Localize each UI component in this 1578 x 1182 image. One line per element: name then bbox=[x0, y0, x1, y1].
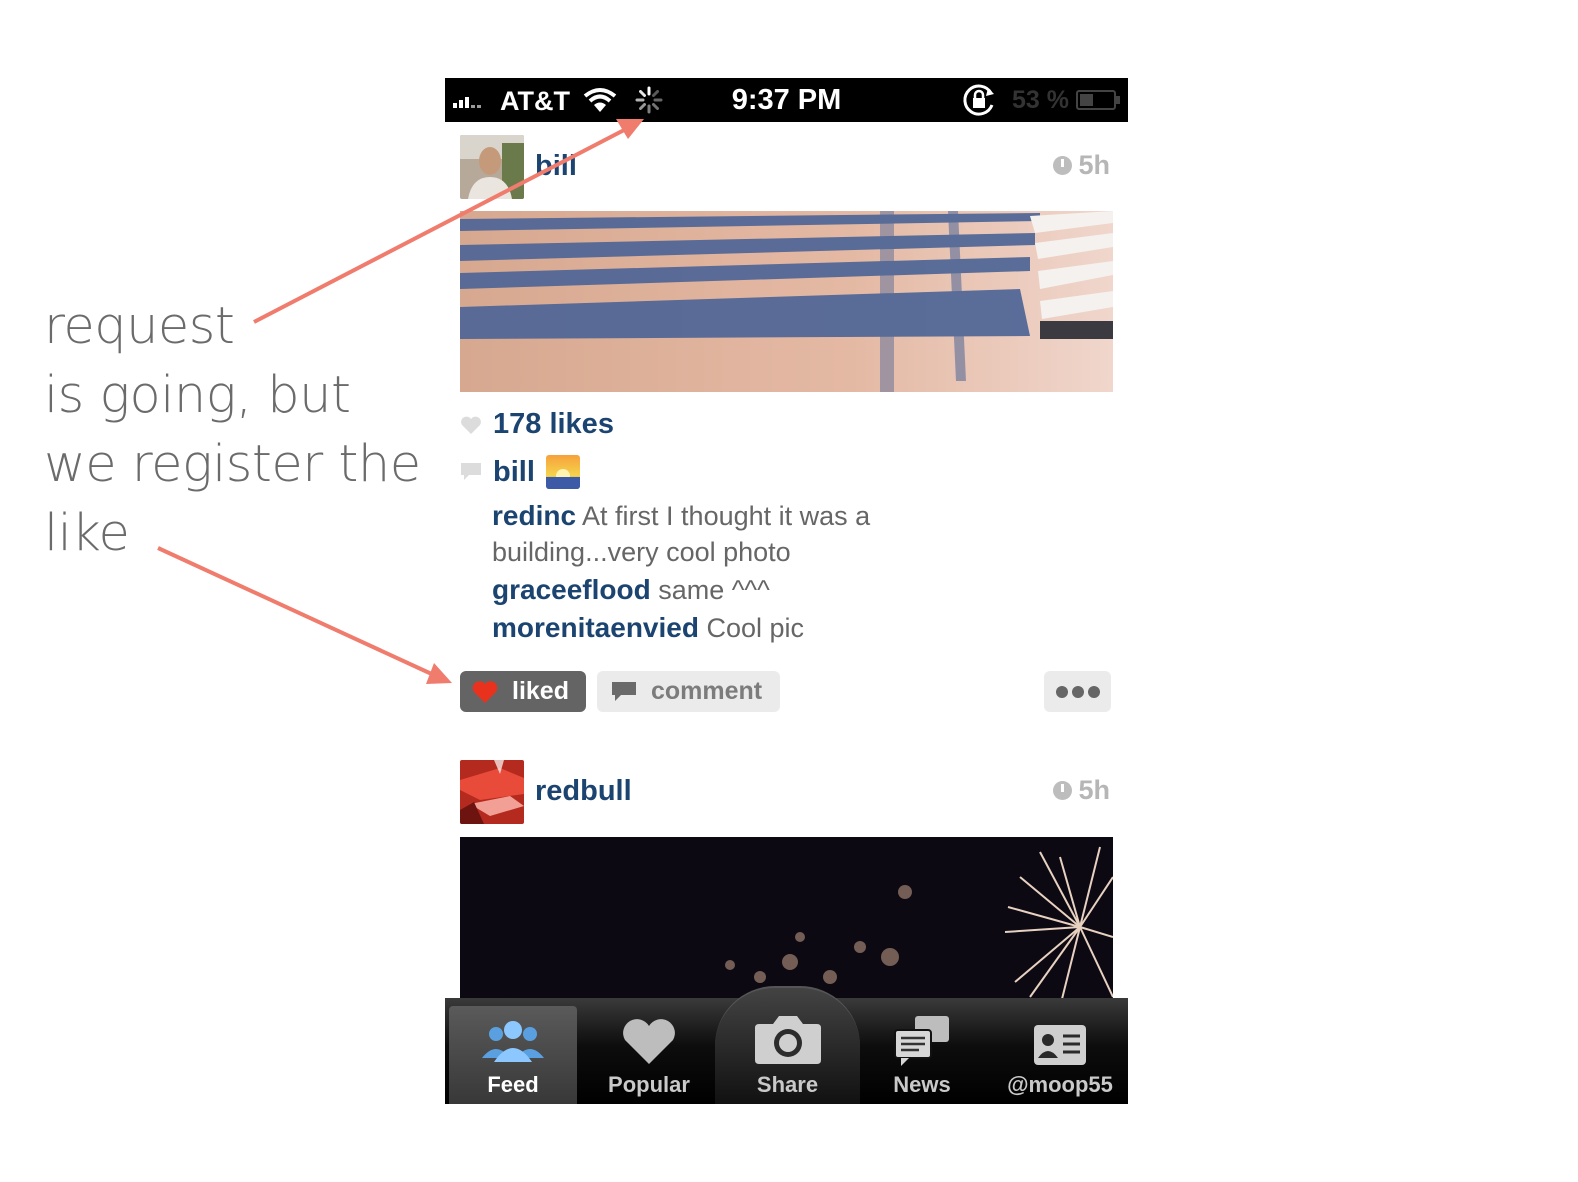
annotation-text: request is going, but we register the li… bbox=[44, 292, 424, 568]
comment-item: graceeflood same ^^^ bbox=[492, 572, 972, 608]
liked-label: liked bbox=[512, 677, 569, 705]
heart-icon bbox=[472, 680, 498, 703]
annotation-line: like bbox=[44, 504, 130, 563]
likes-row: 178 likes bbox=[460, 408, 614, 441]
news-bubbles-icon bbox=[894, 1016, 949, 1066]
avatar[interactable] bbox=[460, 135, 524, 199]
battery-icon bbox=[1076, 90, 1120, 110]
comment-button[interactable]: comment bbox=[597, 671, 780, 712]
tab-news[interactable]: News bbox=[870, 998, 974, 1104]
comment-bubble-icon bbox=[461, 463, 481, 480]
phone-screen: AT&T 9:37 PM 53 % bill 5h 178 likes bill… bbox=[445, 78, 1128, 1104]
tab-label: Share bbox=[756, 1072, 819, 1097]
heart-icon bbox=[623, 1019, 675, 1064]
post-header: bill 5h bbox=[445, 128, 1128, 208]
tab-feed[interactable]: Feed bbox=[449, 1006, 577, 1104]
comment-item: redinc At first I thought it was a build… bbox=[492, 498, 972, 570]
more-options-button[interactable] bbox=[1044, 671, 1111, 712]
comment-text: same ^^^ bbox=[658, 575, 770, 605]
battery-percent: 53 % bbox=[1012, 86, 1069, 114]
comment-username[interactable]: morenitaenvied bbox=[492, 612, 699, 643]
rotation-lock-icon bbox=[963, 84, 994, 116]
tab-label: Feed bbox=[487, 1072, 539, 1097]
annotation-line: request bbox=[44, 297, 235, 356]
caption-row: bill bbox=[460, 455, 580, 489]
dot-icon bbox=[1055, 685, 1068, 698]
comment-username[interactable]: graceeflood bbox=[492, 574, 651, 605]
post-username[interactable]: bill bbox=[535, 150, 577, 183]
tab-label: @moop55 bbox=[1007, 1072, 1113, 1097]
annotation-line: we register the bbox=[44, 435, 421, 494]
post-time: 5h bbox=[1078, 775, 1110, 805]
post-username[interactable]: redbull bbox=[535, 775, 632, 808]
post-photo[interactable] bbox=[460, 837, 1113, 1007]
comment-label: comment bbox=[651, 677, 763, 705]
comment-icon bbox=[612, 681, 636, 701]
likes-heart-icon bbox=[461, 416, 481, 434]
comment-username[interactable]: redinc bbox=[492, 500, 576, 531]
comment-item: morenitaenvied Cool pic bbox=[492, 610, 972, 646]
post-header: redbull 5h bbox=[445, 753, 1128, 833]
dot-icon bbox=[1087, 685, 1100, 698]
clock-icon bbox=[1053, 156, 1073, 175]
post-photo[interactable] bbox=[460, 211, 1113, 392]
clock-icon bbox=[1053, 781, 1073, 800]
caption-username[interactable]: bill bbox=[493, 456, 535, 489]
camera-icon bbox=[754, 1016, 821, 1064]
dot-icon bbox=[1071, 685, 1084, 698]
tab-popular[interactable]: Popular bbox=[593, 998, 705, 1104]
tab-profile[interactable]: @moop55 bbox=[1003, 998, 1117, 1104]
post-timestamp: 5h bbox=[1053, 150, 1110, 181]
tab-label: News bbox=[893, 1072, 951, 1097]
profile-card-icon bbox=[1034, 1025, 1086, 1065]
liked-button[interactable]: liked bbox=[460, 671, 586, 712]
tab-share[interactable]: Share bbox=[715, 986, 860, 1104]
sunset-emoji-icon bbox=[545, 455, 580, 489]
comment-text: Cool pic bbox=[706, 613, 805, 643]
annotation-line: is going, but bbox=[44, 366, 351, 425]
post-time: 5h bbox=[1078, 150, 1110, 180]
feed-people-icon bbox=[482, 1021, 544, 1062]
tab-label: Popular bbox=[608, 1072, 690, 1097]
tab-bar: Feed Popular Share News @moop55 bbox=[445, 986, 1128, 1104]
post-timestamp: 5h bbox=[1053, 775, 1110, 806]
avatar[interactable] bbox=[460, 760, 524, 824]
status-bar: AT&T 9:37 PM 53 % bbox=[445, 78, 1128, 122]
likes-count[interactable]: 178 likes bbox=[493, 408, 614, 441]
comments-list: redinc At first I thought it was a build… bbox=[492, 498, 972, 648]
